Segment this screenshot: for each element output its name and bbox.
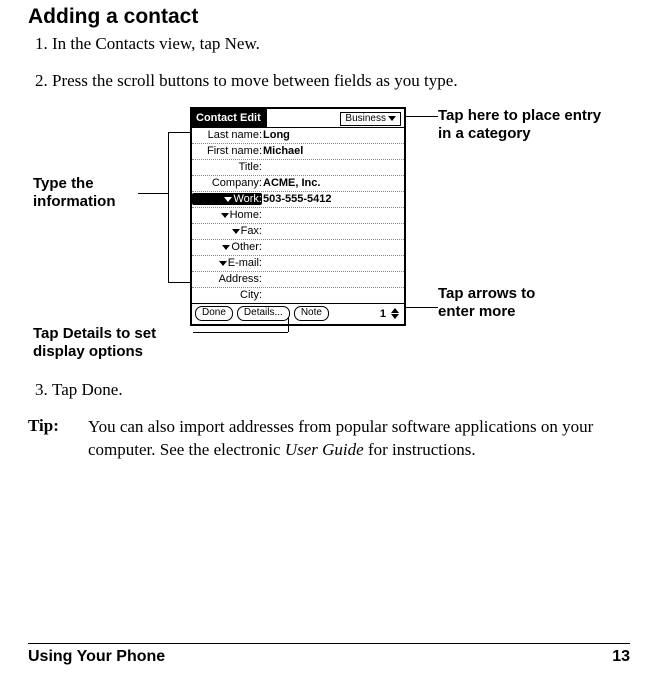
callout-arrows: Tap arrows to enter more xyxy=(438,285,568,321)
callout-category: Tap here to place entry in a category xyxy=(438,107,603,143)
field-address[interactable]: Address: xyxy=(192,272,404,288)
field-work[interactable]: Work: 503-555-5412 xyxy=(192,192,404,208)
section-heading: Adding a contact xyxy=(28,5,630,29)
label-email[interactable]: E-mail: xyxy=(192,257,262,269)
field-fax[interactable]: Fax: xyxy=(192,224,404,240)
label-work[interactable]: Work: xyxy=(192,193,262,205)
label-fax[interactable]: Fax: xyxy=(192,225,262,237)
field-last-name[interactable]: Last name: Long xyxy=(192,128,404,144)
pda-screen: Contact Edit Business Last name: Long Fi… xyxy=(190,107,406,326)
callout-details: Tap Details to set display options xyxy=(33,325,193,361)
field-title[interactable]: Title: xyxy=(192,160,404,176)
scroll-arrows[interactable] xyxy=(391,308,401,319)
label-city: City: xyxy=(192,289,262,301)
value-last-name: Long xyxy=(262,129,404,141)
value-first-name: Michael xyxy=(262,145,404,157)
chevron-down-icon xyxy=(224,197,232,202)
done-button[interactable]: Done xyxy=(195,306,233,321)
pda-title: Contact Edit xyxy=(192,109,267,127)
details-button[interactable]: Details... xyxy=(237,306,290,321)
page-indicator: 1 xyxy=(380,308,387,320)
field-city[interactable]: City: xyxy=(192,288,404,303)
tip-text: You can also import addresses from popul… xyxy=(82,416,630,462)
field-other[interactable]: Other: xyxy=(192,240,404,256)
step-3: Tap Done. xyxy=(52,379,630,402)
footer-section: Using Your Phone xyxy=(28,648,165,666)
label-company: Company: xyxy=(192,177,262,189)
chevron-down-icon xyxy=(221,213,229,218)
label-home[interactable]: Home: xyxy=(192,209,262,221)
value-company: ACME, Inc. xyxy=(262,177,404,189)
chevron-down-icon xyxy=(222,245,230,250)
field-company[interactable]: Company: ACME, Inc. xyxy=(192,176,404,192)
label-last-name: Last name: xyxy=(192,129,262,141)
step-1: In the Contacts view, tap New. xyxy=(52,33,630,56)
chevron-down-icon xyxy=(232,229,240,234)
label-other[interactable]: Other: xyxy=(192,241,262,253)
value-work: 503-555-5412 xyxy=(262,193,404,205)
diagram: Contact Edit Business Last name: Long Fi… xyxy=(28,107,630,367)
chevron-down-icon xyxy=(219,261,227,266)
field-email[interactable]: E-mail: xyxy=(192,256,404,272)
field-home[interactable]: Home: xyxy=(192,208,404,224)
footer-page-number: 13 xyxy=(612,648,630,666)
tip: Tip: You can also import addresses from … xyxy=(28,416,630,462)
label-first-name: First name: xyxy=(192,145,262,157)
label-title: Title: xyxy=(192,161,262,173)
category-selector[interactable]: Business xyxy=(340,112,401,126)
category-label: Business xyxy=(345,113,386,124)
note-button[interactable]: Note xyxy=(294,306,329,321)
tip-label: Tip: xyxy=(28,416,82,462)
field-first-name[interactable]: First name: Michael xyxy=(192,144,404,160)
chevron-down-icon xyxy=(388,116,396,121)
step-2: Press the scroll buttons to move between… xyxy=(52,70,630,93)
callout-type-info: Type the information xyxy=(33,175,138,211)
arrow-down-icon xyxy=(391,314,399,319)
arrow-up-icon xyxy=(391,308,399,313)
label-address: Address: xyxy=(192,273,262,285)
